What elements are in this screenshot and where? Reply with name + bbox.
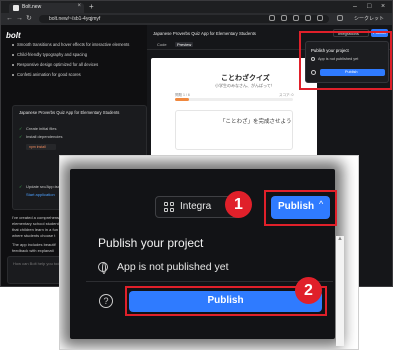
scroll-up-icon[interactable]: ▲: [337, 236, 343, 242]
help-icon[interactable]: ?: [99, 294, 113, 308]
quiz-title: ことわざクイズ: [221, 75, 270, 82]
back-icon[interactable]: ←: [6, 14, 13, 24]
quiz-progress-fill: [175, 98, 190, 101]
extensions-icon[interactable]: [305, 15, 311, 21]
tab-code[interactable]: Code: [157, 42, 167, 47]
maximize-icon[interactable]: □: [367, 2, 371, 12]
chat-bullet: Child-friendly typography and spacing: [17, 52, 88, 57]
highlight-box-publish: [264, 190, 337, 226]
url-text: bolt.new/~/sb1-4yqjmyf: [49, 16, 101, 22]
project-title: Japanese Proverbs Quiz App for Elementar…: [153, 31, 256, 36]
command-block: npm install: [26, 144, 56, 150]
chat-paragraph: where students choose t: [12, 233, 56, 238]
chat-paragraph: I've created a comprehensive: [12, 215, 65, 220]
minimize-icon[interactable]: –: [353, 2, 357, 12]
chat-bullet: Responsive design optimized for all devi…: [17, 62, 99, 67]
step-badge-2: 2: [295, 277, 322, 304]
prompt-placeholder: How can Bolt help you today?: [13, 261, 66, 266]
sidepanel-icon[interactable]: [317, 15, 323, 21]
bullet-dot: [12, 64, 14, 66]
divider: [86, 281, 333, 282]
bullet-dot: [12, 74, 14, 76]
action-card-title: Japanese Proverbs Quiz App for Elementar…: [19, 110, 120, 115]
zoom-inset: Integra Publish ^ 1 Publish your project…: [59, 155, 359, 350]
command-text: npm install: [29, 145, 46, 149]
browser-tab[interactable]: Bolt.new ×: [9, 3, 84, 13]
publish-popup-title: Publish your project: [98, 236, 204, 250]
chat-paragraph: that children learn in a fun: [12, 227, 59, 232]
quiz-subtitle: 小学生のみなさん、がんばって！: [215, 83, 275, 88]
action-step: Start application: [26, 192, 55, 197]
check-icon: ✓: [19, 184, 23, 189]
quiz-progress-bar: [175, 98, 293, 101]
bullet-dot: [12, 44, 14, 46]
forward-icon[interactable]: →: [16, 14, 23, 24]
globe-icon: [98, 262, 108, 274]
chat-paragraph: elementary school student: [12, 221, 59, 226]
close-tab-icon[interactable]: ×: [77, 3, 81, 9]
tab-strip: Bolt.new × + – □ ×: [1, 1, 392, 13]
browser-toolbar: ← → ↻ bolt.new/~/sb1-4yqjmyf シークレット: [1, 13, 392, 25]
scrollbar[interactable]: ▲: [336, 236, 344, 346]
question-card: 「ことわざ」を完成させよう: [175, 110, 293, 150]
tab-title: Bolt.new: [22, 4, 42, 10]
new-tab-icon[interactable]: +: [89, 2, 94, 12]
question-text: 「ことわざ」を完成させよう: [220, 119, 292, 125]
check-icon: ✓: [19, 126, 23, 131]
close-window-icon[interactable]: ×: [381, 2, 385, 12]
integrations-icon: [164, 202, 175, 213]
incognito-icon[interactable]: [337, 15, 343, 21]
action-step: Install dependencies: [26, 134, 63, 139]
integrations-label: Integra: [180, 201, 212, 212]
incognito-label: シークレット: [354, 16, 385, 22]
tab-preview[interactable]: Preview: [175, 42, 194, 47]
chat-paragraph: The app includes beautif: [12, 242, 56, 247]
chat-paragraph: feedback with explanati: [12, 248, 54, 253]
action-step: Update src/App.tsx: [26, 184, 60, 189]
bookmark-icon[interactable]: [293, 15, 299, 21]
publish-status: App is not published yet: [117, 261, 229, 273]
step-badge-1: 1: [225, 191, 252, 218]
bullet-dot: [12, 54, 14, 56]
action-step: Create initial files: [26, 126, 57, 131]
cast-icon[interactable]: [269, 15, 275, 21]
eye-off-icon[interactable]: [281, 15, 287, 21]
bolt-favicon-icon: [13, 5, 19, 11]
bolt-logo: bolt: [6, 31, 21, 40]
check-icon: ✓: [19, 134, 23, 139]
chat-bullet: Smooth transitions and hover effects for…: [17, 42, 130, 47]
screenshot-root: Bolt.new × + – □ × ← → ↻ bolt.new/~/sb1-…: [0, 0, 400, 353]
chat-bullet: Confetti animation for good scores: [17, 72, 81, 77]
highlight-box: [299, 31, 392, 90]
reload-icon[interactable]: ↻: [26, 14, 32, 24]
